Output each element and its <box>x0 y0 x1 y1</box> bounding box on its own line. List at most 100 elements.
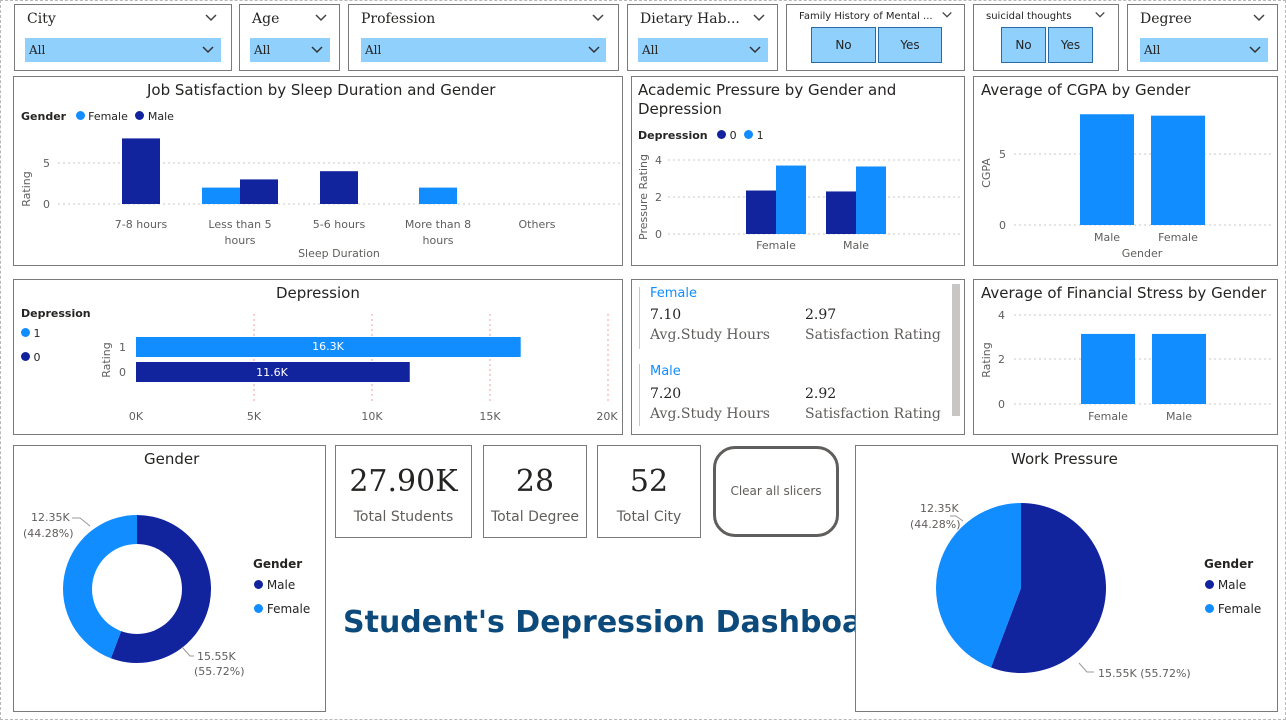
bar-depression-0[interactable] <box>746 190 776 234</box>
suicidal-yes-button[interactable]: Yes <box>1048 27 1093 63</box>
chevron-down-icon[interactable] <box>1252 11 1266 25</box>
degree-dropdown[interactable]: All <box>1140 38 1268 62</box>
x-axis-label: Gender <box>1122 247 1163 260</box>
x-tick-label: Others <box>519 218 556 231</box>
legend-item-male: Male <box>1205 578 1246 592</box>
legend-dot-female <box>1205 604 1214 613</box>
bar-depression-1[interactable] <box>776 165 806 234</box>
x-tick-label: 7-8 hours <box>115 218 168 231</box>
donut-hole <box>92 544 182 634</box>
card-accent-female <box>639 287 640 349</box>
y-tick-0: 0 <box>43 198 50 211</box>
data-label-male: 15.55K (55.72%) <box>1098 667 1191 680</box>
gender-donut-chart: Gender 12.35K (44.28%) 15.55K (55.72%) G… <box>13 445 326 712</box>
bar-male[interactable] <box>122 138 160 204</box>
chevron-down-icon[interactable] <box>752 11 766 25</box>
legend-title: Gender <box>253 557 303 571</box>
dietary-dropdown[interactable]: All <box>638 38 768 62</box>
kpi-value: 28 <box>515 464 555 499</box>
bar-financial[interactable] <box>1081 333 1135 404</box>
legend-label-male: Male <box>266 578 296 592</box>
bar-depression-1[interactable] <box>856 166 886 234</box>
chevron-down-icon <box>311 46 323 54</box>
degree-slicer-label: Degree <box>1140 11 1192 27</box>
kpi-value: 52 <box>629 464 669 499</box>
bar-label: 16.3K <box>312 340 344 353</box>
scrollbar[interactable] <box>952 284 960 416</box>
profession-slicer[interactable]: Profession All <box>348 4 619 71</box>
kpi-total-city: 52 Total City <box>597 445 701 538</box>
data-label-female: 12.35K <box>31 511 70 524</box>
x-tick: 10K <box>361 410 383 423</box>
depression-chart: Depression Depression 1 0 Rating 1 0 16.… <box>13 279 623 435</box>
kpi-total-degree: 28 Total Degree <box>483 445 587 538</box>
bar-cgpa[interactable] <box>1080 114 1134 225</box>
bar-cgpa[interactable] <box>1151 115 1205 225</box>
chevron-down-icon[interactable] <box>314 11 328 25</box>
age-value: All <box>254 43 271 57</box>
chevron-down-icon <box>749 46 761 54</box>
bar-financial[interactable] <box>1152 333 1206 404</box>
age-slicer-label: Age <box>252 11 280 27</box>
degree-slicer[interactable]: Degree All <box>1127 4 1278 71</box>
data-label-female-pct: (44.28%) <box>910 518 961 531</box>
legend-label-female: Female <box>266 602 311 616</box>
profession-value: All <box>365 43 382 57</box>
bar-female[interactable] <box>419 187 457 204</box>
dietary-slicer-label: Dietary Hab... <box>640 11 740 27</box>
x-tick: 0K <box>129 410 144 423</box>
clear-all-slicers-button[interactable]: Clear all slicers <box>713 446 839 537</box>
legend-item-female: Female <box>254 602 310 616</box>
x-tick-label: Female <box>756 239 796 252</box>
profession-dropdown[interactable]: All <box>361 38 606 62</box>
y-tick: 2 <box>655 191 662 204</box>
x-tick-label: Male <box>1094 231 1120 244</box>
legend-label-female: Female <box>1217 602 1262 616</box>
dietary-slicer[interactable]: Dietary Hab... All <box>627 4 778 71</box>
financial-stress-chart: Average of Financial Stress by Gender Ra… <box>973 279 1278 435</box>
chevron-down-icon[interactable] <box>204 11 218 25</box>
female-hours-label: Avg.Study Hours <box>650 327 770 343</box>
city-dropdown[interactable]: All <box>25 38 221 62</box>
depression-plot: Rating 1 0 16.3K 11.6K 0K 5K 10K 15K 20K <box>100 314 618 423</box>
female-name: Female <box>650 286 698 301</box>
chevron-down-icon[interactable] <box>591 11 605 25</box>
chevron-down-icon[interactable] <box>941 9 953 21</box>
age-slicer[interactable]: Age All <box>239 4 340 71</box>
chevron-down-icon <box>1249 46 1261 54</box>
legend-title: Gender <box>1204 557 1254 571</box>
data-label-male-pct: (55.72%) <box>194 665 245 678</box>
male-rating: 2.92 <box>805 386 837 402</box>
academic-pressure-chart: Academic Pressure by Gender and Depressi… <box>631 76 965 266</box>
suicidal-thoughts-slicer[interactable]: suicidal thoughts No Yes <box>973 4 1119 71</box>
leader-line <box>1078 662 1094 673</box>
female-hours: 7.10 <box>650 307 682 323</box>
bar-depression-0[interactable] <box>826 191 856 234</box>
bar-female[interactable] <box>202 187 240 204</box>
family-history-slicer[interactable]: Family History of Mental ... No Yes <box>786 4 965 71</box>
bar-male[interactable] <box>320 171 358 204</box>
job-satisfaction-plot: Rating 5 0 7-8 hours Less than 5 hours 5… <box>20 138 620 260</box>
leader-line <box>72 517 91 527</box>
card-accent-male <box>639 364 640 426</box>
kpi-label: Total Degree <box>490 509 580 525</box>
x-tick: 5K <box>247 410 262 423</box>
x-tick-label: More than 8 <box>405 218 471 231</box>
age-dropdown[interactable]: All <box>250 38 330 62</box>
legend-dot-female <box>254 604 263 613</box>
work-pressure-chart: Work Pressure 12.35K (44.28%) 15.55K (55… <box>855 445 1278 712</box>
x-tick-label: Female <box>1088 410 1128 423</box>
y-tick: 0 <box>998 398 1005 411</box>
family-history-no-button[interactable]: No <box>811 27 876 63</box>
cgpa-plot: CGPA 5 0 Male Female Gender <box>980 114 1274 260</box>
female-rating-label: Satisfaction Rating <box>805 327 941 343</box>
chevron-down-icon[interactable] <box>1094 9 1106 21</box>
family-history-yes-button[interactable]: Yes <box>878 27 942 63</box>
study-hours-card: Female 7.10 Avg.Study Hours 2.97 Satisfa… <box>631 279 965 435</box>
x-tick-label: Male <box>843 239 869 252</box>
bar-male[interactable] <box>240 179 278 204</box>
city-slicer[interactable]: City All <box>14 4 232 71</box>
y-tick: 0 <box>999 219 1006 232</box>
suicidal-no-button[interactable]: No <box>1001 27 1046 63</box>
job-satisfaction-chart: Job Satisfaction by Sleep Duration and G… <box>13 76 623 266</box>
